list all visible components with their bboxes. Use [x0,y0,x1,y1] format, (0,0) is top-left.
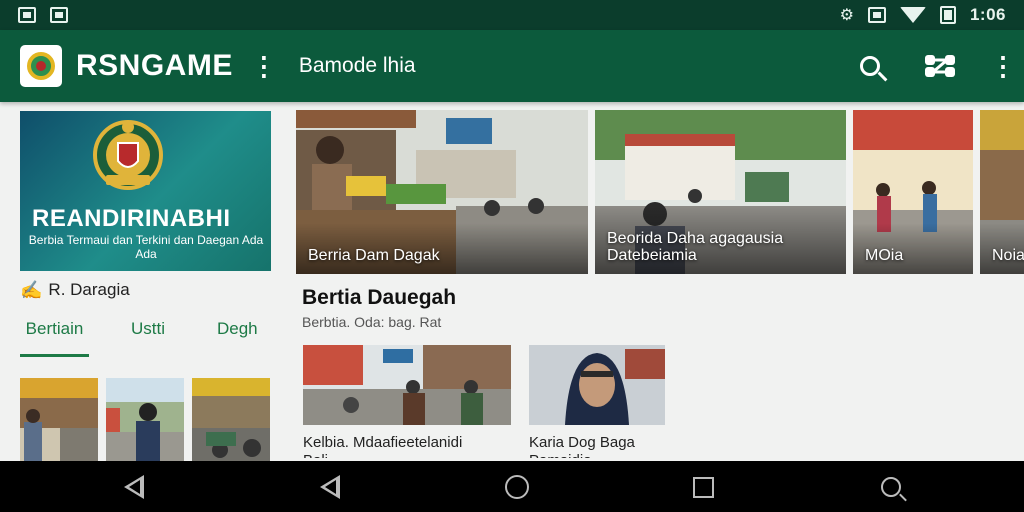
news-section: Bertia Dauegah Berbtia. Oda: bag. Rat [302,286,702,330]
author-row: ✍ R. Daragia [20,279,271,301]
back-button[interactable] [316,473,344,501]
news-item[interactable]: Karia Dog Baga Pamaidia [529,345,665,458]
wifi-icon [899,7,926,23]
back-icon [320,475,340,499]
tab-bar: Bertiain Ustti Degh [20,319,271,357]
banner[interactable]: REANDIRINABHI Berbia Termaui dan Terkini… [20,111,271,271]
status-bar: ⚙ 1:06 [0,0,1024,30]
carousel-card[interactable]: MOia [853,110,973,274]
share-icon [925,55,955,77]
featured-carousel: Berria Dam Dagak Beorida Daha agagausia … [296,110,1024,274]
recents-icon [692,476,714,498]
emblem-icon [93,120,163,190]
banner-title: REANDIRINABHI [32,205,231,232]
section-subtitle: Berbtia. Oda: bag. Rat [302,314,442,330]
home-icon [505,475,529,499]
nav-bar [0,461,1024,512]
news-image [529,345,665,425]
app-logo-icon[interactable] [20,45,62,87]
sidebar: REANDIRINABHI Berbia Termaui dan Terkini… [20,111,271,464]
thumbnail-image[interactable] [106,378,184,464]
more-vert-icon[interactable]: ⋮ [251,51,277,82]
thumbnail-row [20,378,271,464]
thumbnail-image[interactable] [192,378,270,464]
share-button[interactable] [916,42,964,90]
recents-button[interactable] [689,473,717,501]
status-time: 1:06 [969,5,1006,24]
battery-icon [939,6,956,24]
news-caption-secondary: Bali [303,452,511,458]
news-grid: Kelbia. Mdaafieetelanidi Bali Karia Dog … [303,345,665,458]
carousel-card[interactable]: Berria Dam Dagak [296,110,588,274]
carousel-caption: MOia [853,223,973,274]
search-button[interactable] [846,42,894,90]
news-caption-secondary: Pamaidia [529,452,665,458]
sim-icon [867,7,886,23]
carousel-caption: Noiaat [980,223,1024,274]
status-left [18,7,68,23]
carousel-card[interactable]: Beorida Daha agagausia Datebeiamia [595,110,846,274]
news-caption: Karia Dog Baga [529,434,635,451]
status-right: ⚙ 1:06 [840,5,1006,25]
news-caption: Kelbia. Mdaafieetelanidi [303,434,463,451]
section-title: Bertia Dauegah [302,286,457,309]
tab-ustti[interactable]: Ustti [131,319,165,357]
carousel-caption: Berria Dam Dagak [296,223,588,274]
author-name: R. Daragia [48,280,130,299]
news-item[interactable]: Kelbia. Mdaafieetelanidi Bali [303,345,511,458]
search-nav-button[interactable] [877,473,905,501]
image-icon [50,7,68,23]
back-icon [124,475,144,499]
news-image [303,345,511,425]
back-button[interactable] [120,473,148,501]
thumbnail-image[interactable] [20,378,98,464]
page-subtitle: Bamode lhia [298,54,416,77]
banner-subtitle: Berbia Termaui dan Terkini dan Daegan Ad… [28,233,264,261]
search-icon [860,56,880,76]
carousel-caption: Beorida Daha agagausia Datebeiamia [595,206,846,274]
carousel-card[interactable]: Noiaat [980,110,1024,274]
settings-icon: ⚙ [839,7,854,24]
more-vert-icon[interactable]: ⋮ [990,51,1016,82]
home-button[interactable] [503,473,531,501]
search-icon [881,477,901,497]
app-title: RSNGAME [76,49,233,82]
gallery-icon [18,7,36,23]
pen-icon: ✍ [20,279,43,300]
tab-degh[interactable]: Degh [217,319,258,357]
tab-bertiain[interactable]: Bertiain [20,319,89,357]
app-bar: RSNGAME ⋮ Bamode lhia ⋮ [0,30,1024,102]
